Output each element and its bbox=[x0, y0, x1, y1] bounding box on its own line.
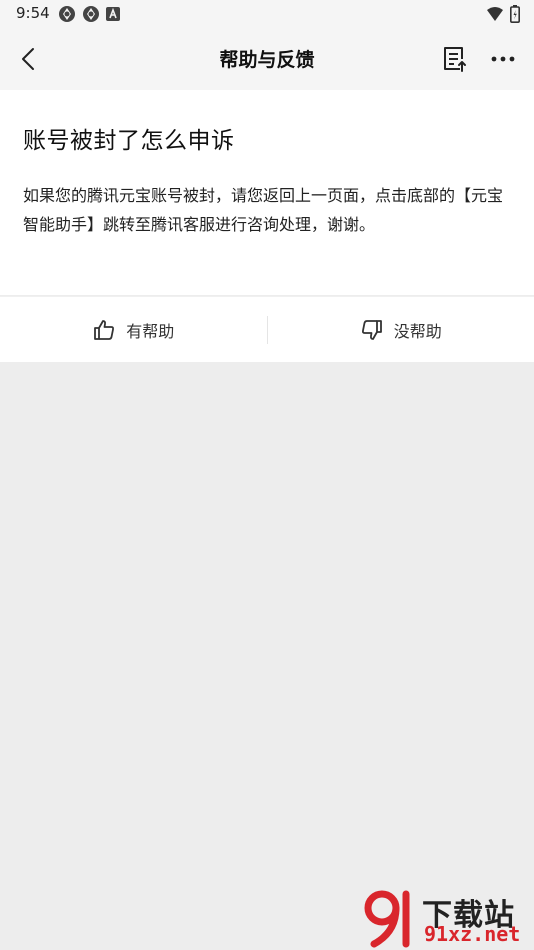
article-body: 如果您的腾讯元宝账号被封，请您返回上一页面，点击底部的【元宝智能助手】跳转至腾讯… bbox=[23, 186, 504, 234]
thumbs-up-icon bbox=[94, 319, 115, 340]
app-icon bbox=[83, 6, 99, 22]
unhelpful-button[interactable]: 没帮助 bbox=[268, 297, 534, 362]
more-button[interactable] bbox=[488, 45, 518, 73]
wifi-icon bbox=[487, 7, 503, 21]
status-icons-right bbox=[486, 5, 520, 23]
document-button[interactable] bbox=[440, 45, 468, 73]
document-icon bbox=[444, 47, 466, 72]
watermark: 下载站 91xz.net bbox=[360, 888, 530, 950]
a-icon bbox=[106, 7, 120, 21]
helpful-button[interactable]: 有帮助 bbox=[0, 297, 267, 362]
screen: 9:54 帮助与反馈 账号被封了怎么申诉 如果您的腾讯元宝账号被封，请您返回上一… bbox=[0, 0, 534, 950]
nav-bar: 帮助与反馈 bbox=[0, 28, 534, 90]
app-icon bbox=[59, 6, 75, 22]
battery-icon bbox=[510, 5, 520, 23]
watermark-logo-icon bbox=[364, 890, 410, 948]
unhelpful-label: 没帮助 bbox=[393, 321, 442, 341]
status-time: 9:54 bbox=[16, 4, 50, 22]
status-icons-left bbox=[58, 5, 120, 23]
helpful-label: 有帮助 bbox=[126, 321, 175, 341]
article-card: 账号被封了怎么申诉 如果您的腾讯元宝账号被封，请您返回上一页面，点击底部的【元宝… bbox=[0, 90, 534, 295]
article-title: 账号被封了怎么申诉 bbox=[23, 128, 235, 154]
status-bar: 9:54 bbox=[0, 0, 534, 28]
thumbs-down-icon bbox=[361, 319, 382, 340]
watermark-text-bottom: 91xz.net bbox=[424, 922, 521, 946]
feedback-row: 有帮助 没帮助 bbox=[0, 296, 534, 362]
more-icon bbox=[491, 56, 515, 62]
